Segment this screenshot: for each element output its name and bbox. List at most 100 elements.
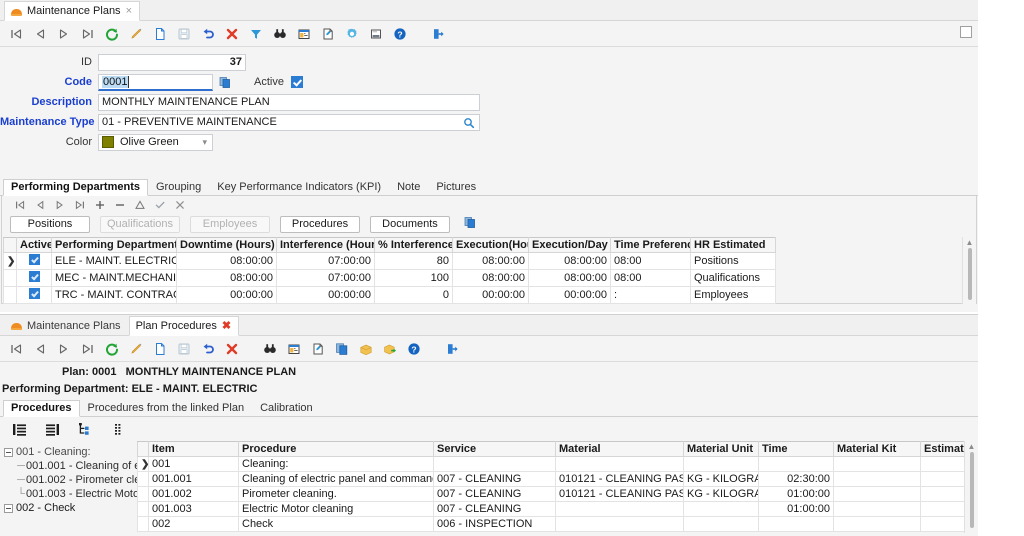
scroll-up-arrow[interactable]: ▲ [963,237,976,248]
cell-active[interactable] [17,287,52,304]
cell-material-unit[interactable] [684,502,759,517]
cell-material[interactable] [556,502,684,517]
col-material[interactable]: Material [556,442,684,457]
edit-button[interactable] [124,23,148,45]
cell-material-kit[interactable] [834,457,921,472]
cell-estimated[interactable] [921,457,970,472]
expand-all-button[interactable] [43,421,62,437]
column-options-button[interactable] [109,421,128,437]
tree-node[interactable]: 001 - Cleaning: [0,445,137,459]
find-button[interactable] [268,23,292,45]
filter-button[interactable] [244,23,268,45]
tab-calibration[interactable]: Calibration [252,400,321,416]
qualifications-button[interactable]: Qualifications [100,216,180,233]
cell-active[interactable] [17,270,52,287]
report-button[interactable] [282,338,306,360]
window-tab-plan-procedures[interactable]: Plan Procedures ✖ [129,316,240,336]
cell-service[interactable]: 007 - CLEANING [434,487,556,502]
grid-first-button[interactable] [10,197,29,213]
col-interference[interactable]: Interference (Hours) [277,238,375,253]
cell-service[interactable]: 007 - CLEANING [434,502,556,517]
cell-procedure[interactable]: Check [239,517,434,532]
col-pct-interference[interactable]: % Interference [375,238,453,253]
tab-procedures-from-linked-plan[interactable]: Procedures from the linked Plan [80,400,253,416]
col-performing-department[interactable]: Performing Department [52,238,177,253]
procedures-table[interactable]: Item Procedure Service Material Material… [137,441,970,532]
col-time[interactable]: Time [759,442,834,457]
table-row[interactable]: ❯ 001 Cleaning: [138,457,970,472]
table-row[interactable]: ❯ ELE - MAINT. ELECTRIC 08:00:00 07:00:0… [4,253,776,270]
maintenance-type-input[interactable]: 01 - PREVENTIVE MAINTENANCE [98,114,480,131]
cell-service[interactable] [434,457,556,472]
procedures-button[interactable]: Procedures [280,216,360,233]
settings-button[interactable] [340,23,364,45]
col-procedure[interactable]: Procedure [239,442,434,457]
scrollbar-thumb[interactable] [970,452,974,528]
tab-note[interactable]: Note [389,179,428,195]
cell-estimated[interactable] [921,502,970,517]
table-row[interactable]: 002 Check 006 - INSPECTION [138,517,970,532]
grid-cancel-button[interactable] [170,197,189,213]
cell-active[interactable] [17,253,52,270]
tree-node[interactable]: 002 - Check [0,501,137,515]
cell-procedure[interactable]: Cleaning: [239,457,434,472]
restore-window-button[interactable] [960,26,972,38]
procedures-tree[interactable]: 001 - Cleaning: ─ 001.001 - Cleaning of … [0,441,137,535]
cell-material-unit[interactable]: KG - KILOGRAM(S) [684,487,759,502]
tree-node[interactable]: ─ 001.002 - Pirometer cleanin [0,473,137,487]
delete-button[interactable] [220,338,244,360]
undo-button[interactable] [196,23,220,45]
next-record-button[interactable] [52,23,76,45]
first-record-button[interactable] [4,23,28,45]
find-button[interactable] [258,338,282,360]
cell-material[interactable] [556,457,684,472]
help-button[interactable]: ? [388,23,412,45]
active-checkbox[interactable] [291,76,303,88]
positions-button[interactable]: Positions [10,216,90,233]
col-active[interactable]: Active [17,238,52,253]
close-icon[interactable]: ✖ [222,321,231,332]
last-record-button[interactable] [76,338,100,360]
new-button[interactable] [148,23,172,45]
table-row[interactable]: MEC - MAINT.MECHANICAL 08:00:00 07:00:00… [4,270,776,287]
description-input[interactable]: MONTHLY MAINTENANCE PLAN [98,94,480,111]
save-button[interactable] [172,23,196,45]
notes-button[interactable] [306,338,330,360]
refresh-button[interactable] [100,23,124,45]
previous-record-button[interactable] [28,23,52,45]
cell-material-unit[interactable] [684,457,759,472]
copy-button[interactable] [330,338,354,360]
cell-material-kit[interactable] [834,487,921,502]
grid-confirm-button[interactable] [150,197,169,213]
documents-button[interactable]: Documents [370,216,450,233]
tab-grouping[interactable]: Grouping [148,179,209,195]
tab-procedures[interactable]: Procedures [3,400,80,417]
cell-material[interactable] [556,517,684,532]
chevron-down-icon[interactable]: ▾ [202,137,209,148]
procedures-grid-scrollbar[interactable]: ▲ [964,441,978,533]
cell-estimated[interactable] [921,487,970,502]
help-button[interactable]: ? [402,338,426,360]
tree-collapse-icon[interactable] [4,504,13,513]
package-button[interactable] [354,338,378,360]
col-material-kit[interactable]: Material Kit [834,442,921,457]
cell-time[interactable]: 01:00:00 [759,487,834,502]
col-hr-estimated[interactable]: HR Estimated [691,238,776,253]
row-active-checkbox[interactable] [29,271,40,282]
cell-service[interactable]: 006 - INSPECTION [434,517,556,532]
cell-item[interactable]: 002 [149,517,239,532]
grid-next-button[interactable] [50,197,69,213]
refresh-button[interactable] [100,338,124,360]
grid-previous-button[interactable] [30,197,49,213]
grid-add-button[interactable] [90,197,109,213]
grid-remove-button[interactable] [110,197,129,213]
col-execution[interactable]: Execution(Hours) [453,238,529,253]
grid-last-button[interactable] [70,197,89,213]
collapse-all-button[interactable] [10,421,29,437]
cell-material-unit[interactable] [684,517,759,532]
scrollbar-thumb[interactable] [968,248,972,300]
report-button[interactable] [292,23,316,45]
cell-time[interactable]: 01:00:00 [759,502,834,517]
cell-time[interactable] [759,457,834,472]
delete-button[interactable] [220,23,244,45]
